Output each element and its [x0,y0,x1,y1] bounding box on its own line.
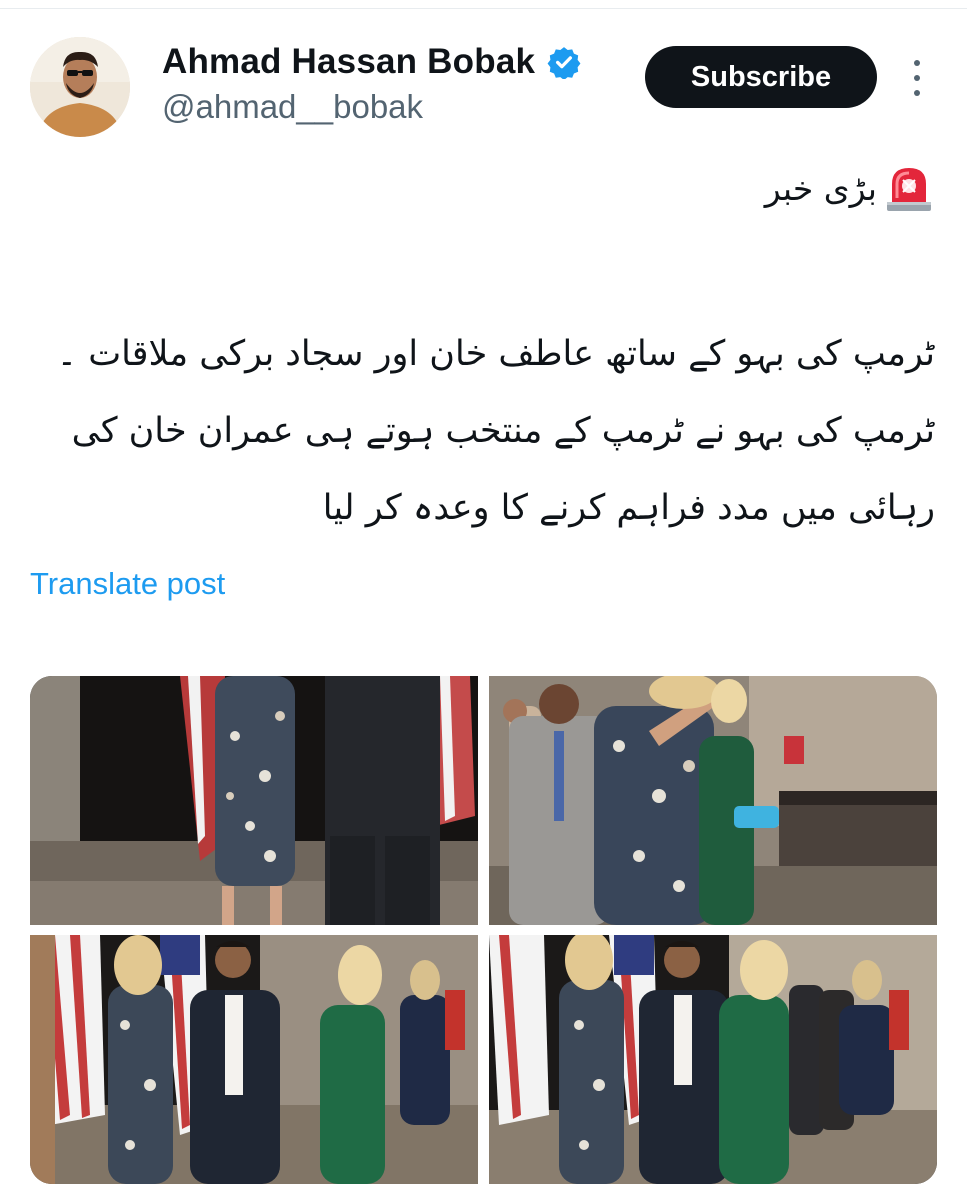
top-divider [0,0,967,9]
avatar-photo [30,37,130,137]
siren-icon [887,168,931,211]
photo-3-image [30,935,478,1184]
photo-1-image [30,676,478,925]
more-dot [914,60,920,66]
author-name-row: Ahmad Hassan Bobak [162,42,581,82]
post-headline: بڑی خبر [764,168,877,208]
post-photo-2[interactable] [489,676,937,925]
more-dot [914,90,920,96]
more-vertical-icon[interactable] [907,60,927,96]
subscribe-button[interactable]: Subscribe [645,46,877,108]
display-name[interactable]: Ahmad Hassan Bobak [162,42,535,82]
user-handle[interactable]: @ahmad__bobak [162,88,423,126]
post-headline-row: بڑی خبر [765,162,935,214]
photo-2-image [489,676,937,925]
post-photo-4[interactable] [489,935,937,1184]
avatar[interactable] [30,37,130,137]
more-dot [914,75,920,81]
verified-badge-icon[interactable] [547,45,581,79]
translate-post-link[interactable]: Translate post [30,566,225,602]
post-photo-1[interactable] [30,676,478,925]
post-body: ٹرمپ کی بہو کے ساتھ عاطف خان اور سجاد بر… [56,334,935,528]
photo-4-image [489,935,937,1184]
post-photo-3[interactable] [30,935,478,1184]
